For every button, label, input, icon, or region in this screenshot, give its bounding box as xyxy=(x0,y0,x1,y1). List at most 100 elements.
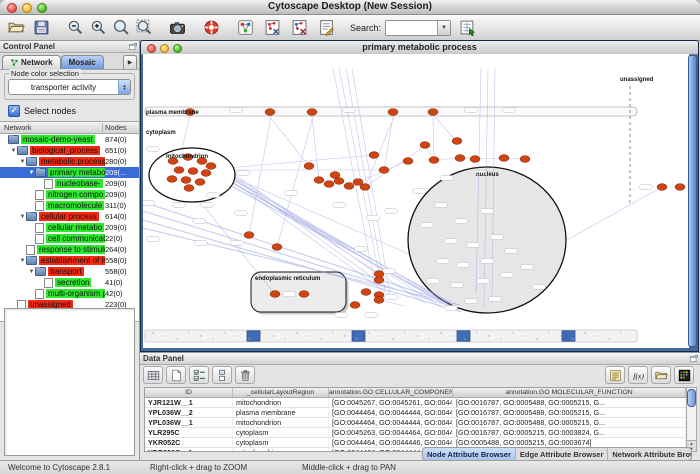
help-icon[interactable] xyxy=(201,18,221,38)
network-tree-row[interactable]: cell communicat22(0) xyxy=(0,233,139,244)
annotation-icon[interactable] xyxy=(316,18,336,38)
graph-node[interactable] xyxy=(265,109,275,116)
zoom-in-icon[interactable] xyxy=(88,18,108,38)
network-tree-row[interactable]: ▼cellular process614(0) xyxy=(0,211,139,222)
open-icon[interactable] xyxy=(6,18,26,38)
network-tree-row[interactable]: ▼transport558(0) xyxy=(0,266,139,277)
table-row[interactable]: YLR295Ccytoplasm[GO:0045263, GO:0044464,… xyxy=(145,428,686,438)
graph-node[interactable] xyxy=(499,155,509,162)
tab-mosaic[interactable]: Mosaic xyxy=(61,55,104,69)
tab-overflow-arrow[interactable]: ▶ xyxy=(123,55,137,69)
network-name[interactable]: cellular process xyxy=(39,212,99,221)
network-name[interactable]: macromolecule xyxy=(46,201,104,210)
graph-node[interactable] xyxy=(314,177,324,184)
select-nodes-checkbox[interactable]: ✓ xyxy=(8,105,20,117)
expand-arrow-icon[interactable]: ▼ xyxy=(19,214,26,220)
graph-node[interactable] xyxy=(379,167,389,174)
network-name[interactable]: transport xyxy=(48,267,84,276)
graph-node[interactable] xyxy=(374,297,384,304)
snapshot-icon[interactable] xyxy=(167,18,187,38)
network-tree-row[interactable]: response to stimulu264(0) xyxy=(0,244,139,255)
tab-node-attribute-browser[interactable]: Node Attribute Browser xyxy=(423,448,516,460)
graph-node[interactable] xyxy=(181,177,191,184)
graph-node[interactable] xyxy=(244,232,254,239)
network-canvas[interactable]: plasma membranecytoplasmmitochondrionnuc… xyxy=(143,54,689,348)
graph-node[interactable] xyxy=(184,185,194,192)
column-header[interactable]: ID xyxy=(145,388,233,397)
column-header[interactable]: annotation.GO MOLECULAR_FUNCTION xyxy=(453,388,686,397)
nodes-column-header[interactable]: Nodes xyxy=(103,123,139,132)
nucleus-region[interactable] xyxy=(408,167,566,313)
import-network-icon[interactable] xyxy=(262,18,282,38)
float-panel-icon[interactable] xyxy=(689,354,698,363)
network-name[interactable]: biological_process xyxy=(30,146,100,155)
graph-node[interactable] xyxy=(206,163,216,170)
graph-node[interactable] xyxy=(657,184,667,191)
import-attributes-icon[interactable] xyxy=(457,18,477,38)
search-dropdown-button[interactable]: ▼ xyxy=(437,21,450,35)
column-mode-icon[interactable] xyxy=(212,366,232,384)
search-input[interactable]: ▼ xyxy=(385,20,451,36)
attribute-grid-icon[interactable] xyxy=(143,366,163,384)
graph-node[interactable] xyxy=(403,158,413,165)
graph-node[interactable] xyxy=(174,167,184,174)
float-panel-icon[interactable] xyxy=(128,42,137,51)
network-name[interactable]: cell communicat xyxy=(46,234,105,243)
network-tree-row[interactable]: nitrogen compo209(0) xyxy=(0,189,139,200)
graph-node[interactable] xyxy=(304,163,314,170)
network-tree-row[interactable]: ▼primary metabo209(... xyxy=(0,167,139,178)
graph-node[interactable] xyxy=(299,291,309,298)
network-tree-row[interactable]: nucleobase-209(0) xyxy=(0,178,139,189)
window-titlebar[interactable]: Cytoscape Desktop (New Session) xyxy=(0,0,700,15)
graph-node[interactable] xyxy=(344,183,354,190)
graph-node[interactable] xyxy=(429,157,439,164)
network-name[interactable]: nitrogen compo xyxy=(46,190,105,199)
graph-node[interactable] xyxy=(195,179,205,186)
graph-node[interactable] xyxy=(188,168,198,175)
scrollbar-thumb[interactable] xyxy=(687,389,696,407)
network-tree-row[interactable]: secretion41(0) xyxy=(0,277,139,288)
graph-node[interactable] xyxy=(520,156,530,163)
graph-node[interactable] xyxy=(201,170,211,177)
network-tree-row[interactable]: macromolecule311(0) xyxy=(0,200,139,211)
column-header[interactable]: annotation.GO CELLULAR_COMPONENT xyxy=(329,388,453,397)
network-name[interactable]: establishment of lo xyxy=(39,256,105,265)
graph-node[interactable] xyxy=(470,156,480,163)
graph-node[interactable] xyxy=(388,109,398,116)
expand-arrow-icon[interactable]: ▼ xyxy=(28,170,35,176)
graph-node[interactable] xyxy=(167,176,177,183)
tab-edge-attribute-browser[interactable]: Edge Attribute Browser xyxy=(516,448,608,460)
graph-node[interactable] xyxy=(420,142,430,149)
network-name[interactable]: metabolic process xyxy=(39,157,105,166)
save-icon[interactable] xyxy=(31,18,51,38)
network-name[interactable]: cellular metabo xyxy=(46,223,104,232)
network-name[interactable]: primary metabo xyxy=(48,168,105,177)
expand-arrow-icon[interactable]: ▼ xyxy=(28,269,35,275)
zoom-out-icon[interactable] xyxy=(65,18,85,38)
network-tree-row[interactable]: ▼biological_process651(0) xyxy=(0,145,139,156)
graph-node[interactable] xyxy=(361,289,371,296)
network-name[interactable]: mosaic-demo-yeast xyxy=(21,135,95,144)
graph-node[interactable] xyxy=(374,277,384,284)
graph-node[interactable] xyxy=(307,109,317,116)
matrix-view-icon[interactable] xyxy=(674,366,694,384)
tab-network[interactable]: Network xyxy=(2,55,61,69)
network-name[interactable]: multi-organism pro xyxy=(46,289,105,298)
network-name[interactable]: nucleobase- xyxy=(55,179,103,188)
new-attribute-icon[interactable] xyxy=(166,366,186,384)
table-row[interactable]: YJR121W__1mitochondrion[GO:0045267, GO:0… xyxy=(145,398,686,408)
network-tree-row[interactable]: mosaic-demo-yeast874(0) xyxy=(0,134,139,145)
view-vertical-scrollbar[interactable] xyxy=(688,55,697,347)
open-attribute-icon[interactable] xyxy=(651,366,671,384)
network-tree-row[interactable]: multi-organism pro42(0) xyxy=(0,288,139,299)
select-attributes-icon[interactable] xyxy=(189,366,209,384)
node-color-dropdown[interactable]: transporter activity ▲▼ xyxy=(8,79,131,95)
network-view-titlebar[interactable]: primary metabolic process xyxy=(141,41,698,55)
table-vertical-scrollbar[interactable]: ▲▼ xyxy=(686,387,697,452)
vizmapper-icon[interactable] xyxy=(235,18,255,38)
tab-network-attribute-browser[interactable]: Network Attribute Browser xyxy=(608,448,692,460)
graph-node[interactable] xyxy=(369,152,379,159)
graph-node[interactable] xyxy=(270,291,280,298)
dropdown-stepper-icon[interactable]: ▲▼ xyxy=(118,80,130,94)
zoom-fit-icon[interactable] xyxy=(134,18,154,38)
